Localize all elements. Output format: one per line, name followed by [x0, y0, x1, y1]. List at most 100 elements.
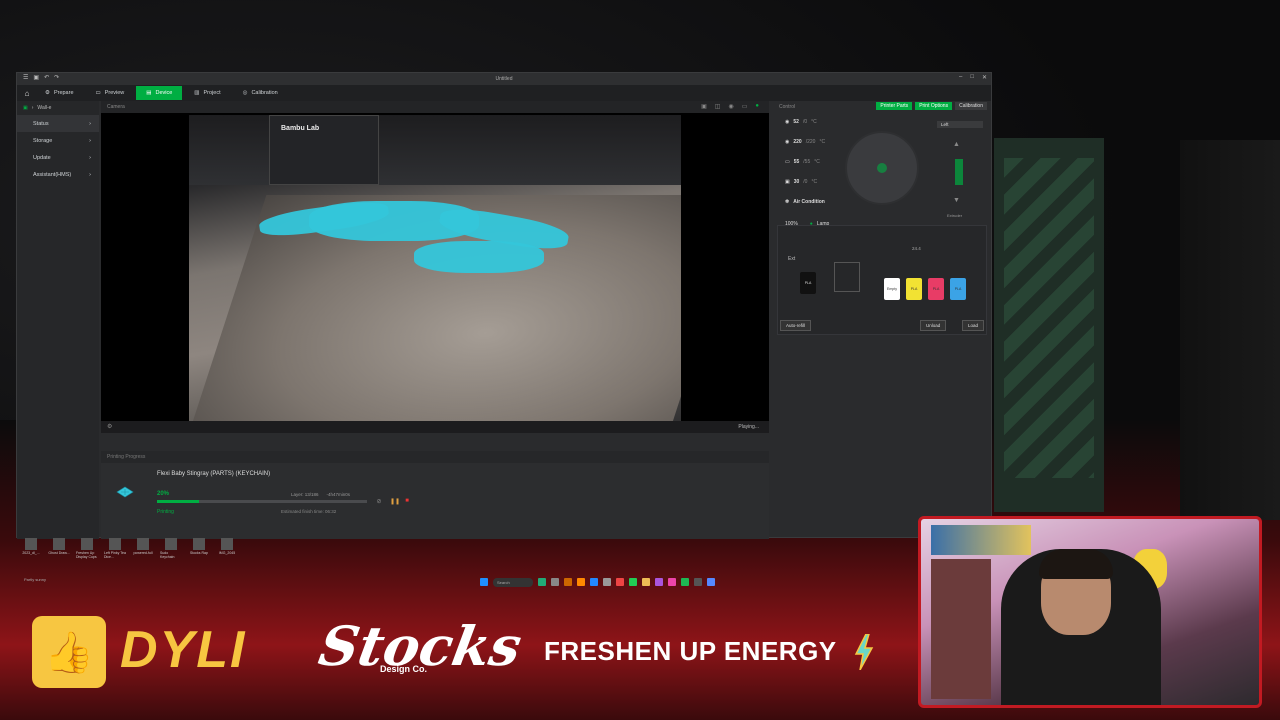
desktop-icon-label: Left Pinky Tea Dice... — [104, 551, 126, 559]
poster — [931, 525, 1031, 555]
tab-device[interactable]: ▤ Device — [136, 86, 183, 100]
desktop-icon[interactable]: Stocks Rap — [188, 538, 210, 560]
app-icon[interactable] — [681, 578, 689, 586]
snapshot-icon[interactable]: ◉ — [728, 103, 733, 110]
tab-calibration[interactable]: ◎ Calibration — [233, 86, 288, 100]
stop-icon[interactable]: ⊘ — [375, 497, 383, 505]
desktop-icon[interactable]: Left Pinky Tea Dice... — [104, 538, 126, 560]
app-icon[interactable] — [538, 578, 546, 586]
extruder-up-icon[interactable]: ▲ — [953, 141, 960, 148]
printer-parts-button[interactable]: Printer Parts — [876, 102, 913, 110]
app-icon[interactable] — [668, 578, 676, 586]
desktop-icon[interactable]: 2023_dl_... — [20, 538, 42, 560]
camera-toolbar: ▣ ◫ ◉ ▭ ● — [701, 103, 759, 110]
external-spool[interactable]: PLA — [800, 272, 816, 294]
app-icon[interactable] — [564, 578, 572, 586]
control-header: Control Printer Parts Print Options Cali… — [773, 101, 991, 113]
load-button[interactable]: Load — [962, 320, 985, 331]
device-selector[interactable]: ▣ › Wall-e — [17, 101, 99, 115]
temp-unit: °C — [814, 159, 820, 165]
ams-slot-2[interactable]: PLA — [906, 278, 922, 300]
extruder-control: Left ▲ ▼ Extruder — [937, 121, 983, 221]
menu-icon[interactable]: ☰ — [23, 74, 28, 81]
unload-button[interactable]: Unload — [920, 320, 947, 331]
tab-label: Prepare — [53, 90, 74, 96]
chamber-temp-row[interactable]: ▣ 30/0 °C — [785, 179, 817, 185]
job-name: Flexi Baby Stingray (PARTS) (KEYCHAIN) — [157, 471, 271, 477]
desktop-icon[interactable]: IMG_2045 — [216, 538, 238, 560]
tab-preview[interactable]: ▭ Preview — [86, 86, 135, 100]
taskbar-search[interactable]: Search — [493, 577, 533, 587]
app-icon[interactable] — [577, 578, 585, 586]
save-icon[interactable]: ▣ — [33, 74, 39, 81]
app-icon[interactable] — [707, 578, 715, 586]
desktop-icon[interactable]: Freshen Up Display Cups — [76, 538, 98, 560]
tab-prepare[interactable]: ⚙ Prepare — [35, 86, 84, 100]
windows-start-icon[interactable] — [480, 578, 488, 586]
desktop-icon[interactable]: powered-full — [132, 538, 154, 560]
extruder-tab-left[interactable]: Left — [937, 121, 983, 128]
temp-target: /0 — [802, 119, 808, 125]
recording-icon[interactable]: ▣ — [701, 103, 707, 110]
nozzle-icon: ◉ — [785, 139, 790, 145]
app-icon[interactable] — [694, 578, 702, 586]
app-icon[interactable] — [655, 578, 663, 586]
chevron-right-icon: › — [89, 137, 91, 144]
nozzle2-temp-row[interactable]: ◉ 220/220 °C — [785, 139, 825, 145]
undo-icon[interactable]: ↶ — [44, 74, 49, 81]
streamer — [1001, 549, 1161, 705]
jog-home[interactable] — [877, 163, 887, 173]
print-state: Printing — [157, 509, 174, 515]
desktop-icons: 2023_dl_... Ghost Draw... Freshen Up Dis… — [20, 538, 238, 560]
app-icon[interactable] — [603, 578, 611, 586]
tab-project[interactable]: ▥ Project — [184, 86, 230, 100]
temp-unit: °C — [811, 119, 817, 125]
pause-icon[interactable]: ❚❚ — [390, 497, 400, 505]
progress-header: Printing Progress — [101, 451, 769, 463]
extruder-down-icon[interactable]: ▼ — [953, 197, 960, 204]
jog-wheel[interactable] — [845, 131, 919, 205]
app-icon[interactable] — [642, 578, 650, 586]
bambu-studio-window: ☰ ▣ ↶ ↷ Untitled – □ ✕ ⌂ ⚙ Prepare ▭ Previ… — [16, 72, 992, 539]
ams-slot-4[interactable]: PLA — [950, 278, 966, 300]
air-condition-row[interactable]: ❄ Air Condition — [785, 199, 825, 205]
brand-plate: Bambu Lab — [281, 125, 320, 132]
app-icon[interactable] — [616, 578, 624, 586]
desktop-icon[interactable]: Sudo Keychain — [160, 538, 182, 560]
timelapse-icon[interactable]: ◫ — [715, 103, 721, 110]
background-art — [994, 138, 1104, 512]
calibration-button[interactable]: Calibration — [955, 102, 987, 110]
print-options-button[interactable]: Print Options — [915, 102, 953, 110]
freshen-up-logo: FRESHEN UP ENERGY — [544, 636, 837, 666]
home-icon[interactable]: ⌂ — [21, 87, 33, 99]
ams-slot-1[interactable]: Empty — [884, 278, 900, 300]
ext-label: Ext — [788, 256, 796, 262]
nozzle-temp-row[interactable]: ◉ 52/0 °C — [785, 119, 817, 125]
bed-temp-row[interactable]: ▭ 55/55 °C — [785, 159, 820, 165]
video-icon[interactable]: ▭ — [742, 103, 748, 110]
minimize-icon[interactable]: – — [959, 74, 962, 81]
abort-icon[interactable]: ■ — [403, 497, 411, 505]
maximize-icon[interactable]: □ — [970, 74, 974, 81]
app-icon[interactable] — [551, 578, 559, 586]
layer-info: Layer: 13/186 -4h47min0s — [291, 492, 350, 497]
stream-canvas: ☰ ▣ ↶ ↷ Untitled – □ ✕ ⌂ ⚙ Prepare ▭ Previ… — [0, 0, 1280, 720]
auto-refill-button[interactable]: Auto-refill — [780, 320, 812, 331]
nozzle-icon: ◉ — [785, 119, 790, 125]
printer-gantry — [189, 115, 681, 185]
ams-slot-3[interactable]: PLA — [928, 278, 944, 300]
tab-label: Project — [203, 90, 221, 96]
prepare-icon: ⚙ — [45, 90, 50, 96]
chevron-right-icon: › — [89, 120, 91, 127]
sidebar-item-storage[interactable]: Storage › — [17, 132, 99, 149]
app-icon[interactable] — [590, 578, 598, 586]
ams-panel: Ext PLA 24.4 Empty PLA PLA PLA Auto-refi… — [777, 225, 987, 335]
sidebar-item-update[interactable]: Update › — [17, 149, 99, 166]
sidebar-item-status[interactable]: Status › — [17, 115, 99, 132]
redo-icon[interactable]: ↷ — [54, 74, 59, 81]
desktop-icon[interactable]: Ghost Draw... — [48, 538, 70, 560]
app-icon[interactable] — [629, 578, 637, 586]
camera-settings-icon[interactable]: ⚙ — [107, 423, 112, 430]
close-icon[interactable]: ✕ — [982, 74, 987, 81]
sidebar-item-assistant[interactable]: Assistant(HMS) › — [17, 166, 99, 183]
